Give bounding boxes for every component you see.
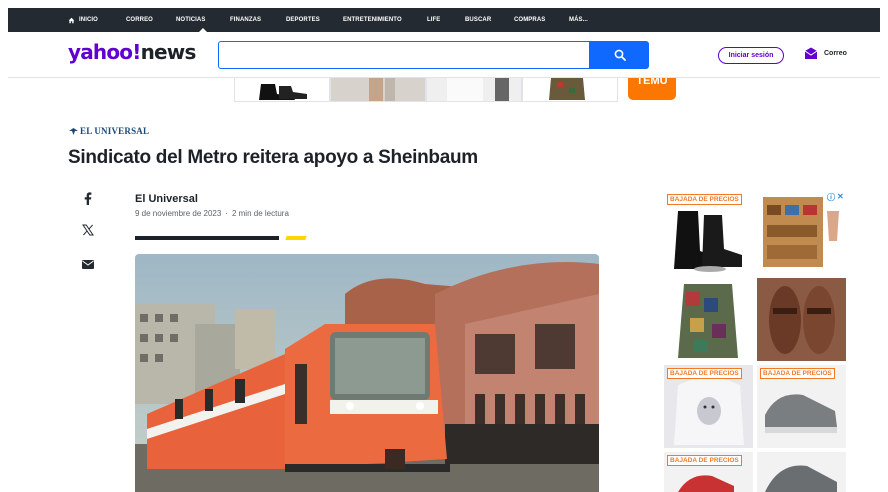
organizer-product-image [757, 191, 846, 274]
publish-date: 9 de noviembre de 2023 [135, 209, 222, 218]
mail-icon [804, 47, 818, 59]
price-drop-tag: BAJADA DE PRECIOS [667, 455, 742, 466]
nav-label-entretenimiento: ENTRETENIMIENTO [343, 17, 402, 23]
x-share-button[interactable] [80, 222, 96, 238]
home-icon [68, 17, 75, 23]
grey-shoes-product-image [757, 452, 846, 492]
top-nav: INICIO CORREO NOTICIAS FINANZAS DEPORTES… [8, 8, 880, 32]
nav-item-noticias[interactable]: NOTICIAS [176, 8, 230, 32]
yahoo-news-logo[interactable]: yahoo! news [68, 40, 196, 64]
nav-item-inicio[interactable]: INICIO [68, 8, 126, 32]
article-hero-image[interactable] [135, 254, 599, 492]
nav-item-compras[interactable]: COMPRAS [514, 8, 569, 32]
search-box [218, 41, 590, 69]
price-drop-tag: BAJADA DE PRECIOS [667, 194, 742, 205]
search-button[interactable] [590, 41, 649, 69]
side-ad-patchwork-coat[interactable] [664, 278, 753, 361]
mail-link[interactable]: Correo [804, 47, 847, 60]
nav-label-inicio: INICIO [79, 17, 98, 23]
fashion-image [331, 78, 425, 101]
side-ad-grey-shoes[interactable] [757, 452, 846, 492]
nav-item-life[interactable]: LIFE [427, 8, 465, 32]
x-icon [82, 224, 94, 236]
side-ad-sneakers[interactable]: BAJADA DE PRECIOS [757, 365, 846, 448]
search-icon [614, 49, 626, 61]
ad-tile-fashion[interactable] [330, 78, 426, 102]
byline-divider [135, 236, 279, 240]
article-meta: 9 de noviembre de 2023 · 2 min de lectur… [135, 209, 289, 218]
adchoices-icon: ⓘ [827, 193, 835, 202]
logo-news-text: news [140, 40, 197, 64]
nav-label-noticias: NOTICIAS [176, 17, 206, 23]
facebook-share-button[interactable] [80, 190, 96, 206]
author-name[interactable]: El Universal [135, 193, 198, 205]
nav-label-deportes: DEPORTES [286, 17, 320, 23]
nav-label-correo: CORREO [126, 17, 153, 23]
side-ad-red-shoes[interactable]: BAJADA DE PRECIOS [664, 452, 753, 492]
email-share-button[interactable] [80, 256, 96, 272]
facebook-icon [84, 191, 92, 205]
temu-label: TEMU [636, 78, 668, 87]
nav-item-finanzas[interactable]: FINANZAS [230, 8, 286, 32]
read-time: 2 min de lectura [231, 209, 289, 218]
boots-image [235, 78, 329, 101]
temu-ad-badge[interactable]: TEMU [628, 78, 676, 100]
side-ad-grid[interactable]: ⓘ ✕ BAJADA DE PRECIOS BAJADA DE PRECIOS … [664, 191, 848, 492]
mail-label: Correo [824, 50, 847, 57]
ad-choices[interactable]: ⓘ ✕ [827, 192, 844, 203]
side-ad-sandals[interactable] [757, 278, 846, 361]
ad-tile-shirt[interactable] [426, 78, 522, 102]
source-name: EL UNIVERSAL [80, 126, 150, 136]
eagle-icon [69, 127, 78, 135]
logo-yahoo-text: yahoo! [68, 40, 141, 64]
nav-item-mas[interactable]: MÁS... [569, 8, 609, 32]
metro-train-photo [135, 254, 599, 492]
ad-tile-boots[interactable] [234, 78, 330, 102]
byline-divider-accent [285, 236, 307, 240]
nav-item-entretenimiento[interactable]: ENTRETENIMIENTO [343, 8, 427, 32]
signin-button[interactable]: Iniciar sesión [718, 47, 784, 64]
price-drop-tag: BAJADA DE PRECIOS [667, 368, 742, 379]
side-ad-boots[interactable]: BAJADA DE PRECIOS [664, 191, 753, 274]
email-icon [82, 259, 94, 269]
side-ad-cat-sweater[interactable]: BAJADA DE PRECIOS [664, 365, 753, 448]
nav-item-deportes[interactable]: DEPORTES [286, 8, 343, 32]
site-header: yahoo! news Iniciar sesión Correo [8, 32, 880, 78]
nav-label-life: LIFE [427, 17, 441, 23]
meta-separator: · [225, 209, 228, 218]
nav-label-compras: COMPRAS [514, 17, 546, 23]
side-ad-desk-organizer[interactable] [757, 191, 846, 274]
shirt-image [427, 78, 521, 101]
nav-label-buscar: BUSCAR [465, 17, 492, 23]
article-headline: Sindicato del Metro reitera apoyo a Shei… [68, 147, 478, 168]
jacket-image [523, 78, 617, 101]
top-ad-strip[interactable] [234, 78, 618, 102]
sandals-product-image [757, 278, 846, 361]
signin-label: Iniciar sesión [728, 52, 774, 59]
ad-tile-jacket[interactable] [522, 78, 618, 102]
search-input[interactable] [219, 42, 589, 68]
nav-item-correo[interactable]: CORREO [126, 8, 176, 32]
nav-label-mas: MÁS... [569, 17, 588, 23]
price-drop-tag: BAJADA DE PRECIOS [760, 368, 835, 379]
ad-close-icon[interactable]: ✕ [837, 192, 844, 203]
nav-item-buscar[interactable]: BUSCAR [465, 8, 514, 32]
coat-product-image [664, 278, 753, 361]
nav-label-finanzas: FINANZAS [230, 17, 262, 23]
source-logo[interactable]: EL UNIVERSAL [69, 126, 149, 136]
